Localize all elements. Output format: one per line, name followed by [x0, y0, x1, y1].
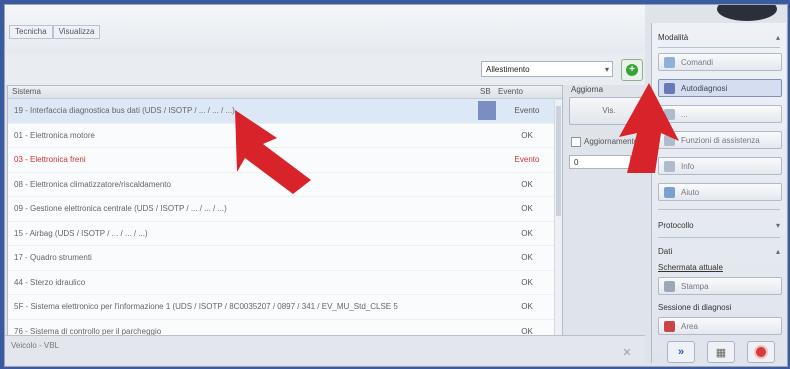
system-name: 17 - Quadro strumenti — [14, 253, 92, 262]
system-status: Evento — [514, 106, 540, 115]
btn-aiuto[interactable]: Aiuto — [658, 183, 782, 201]
header-system: Sistema — [12, 87, 41, 96]
update-title: Aggiorna — [571, 85, 604, 94]
scrollbar-thumb[interactable] — [556, 106, 561, 216]
btn-label: Area — [681, 322, 698, 331]
group-protocollo-title: Protocollo — [658, 221, 694, 230]
system-name: 09 - Gestione elettronica centrale (UDS … — [14, 204, 227, 213]
system-status: Evento — [514, 155, 540, 164]
mode-dropdown[interactable]: Allestimento ▾ — [481, 61, 613, 77]
divider — [658, 209, 780, 210]
dropdown-value: Allestimento — [486, 65, 530, 74]
btn-label: Stampa — [681, 282, 709, 291]
grid-icon: ▦ — [715, 346, 727, 359]
list-item[interactable]: 15 - Airbag (UDS / ISOTP / ... / ... / .… — [8, 222, 562, 246]
chevron-down-icon: ▾ — [604, 65, 609, 74]
system-status: OK — [521, 277, 533, 287]
annotation-arrow-left — [235, 110, 311, 194]
tab-visualizza[interactable]: Visualizza — [52, 25, 101, 39]
checkbox-box[interactable] — [571, 137, 581, 147]
app-window: Tecnicha Visualizza Allestimento ▾ + Sis… — [4, 4, 788, 367]
list-item[interactable]: 44 - Sterzo idraulico OK — [8, 271, 562, 295]
btn-comandi[interactable]: Comandi — [658, 53, 782, 71]
scrollbar[interactable] — [554, 100, 562, 346]
system-status: OK — [521, 179, 533, 189]
printer-icon — [664, 281, 675, 292]
system-name: 08 - Elettronica climatizzatore/riscalda… — [14, 179, 171, 189]
command-icon — [664, 57, 675, 68]
sb-indicator — [478, 101, 496, 120]
plus-icon: + — [626, 64, 638, 76]
menu-tabs: Tecnicha Visualizza — [9, 25, 101, 39]
btn-label: Aiuto — [681, 188, 700, 197]
power-icon — [754, 345, 768, 359]
system-name: 01 - Elettronica motore — [14, 130, 95, 140]
device-knob — [717, 5, 777, 21]
collapse-icon[interactable]: ▴ — [776, 33, 780, 42]
system-name: 19 - Interfaccia diagnostica bus dati (U… — [14, 106, 235, 115]
grid-button[interactable]: ▦ — [707, 341, 735, 363]
group-modalita-title: Modalità — [658, 33, 689, 42]
collapse-icon[interactable]: ▴ — [776, 247, 780, 256]
annotation-arrow-right — [619, 83, 679, 173]
btn-label: Comandi — [681, 58, 714, 67]
forward-button[interactable]: » — [667, 341, 695, 363]
exit-button[interactable] — [747, 341, 775, 363]
header-status: Evento — [498, 87, 523, 96]
tab-tecnicha[interactable]: Tecnicha — [9, 25, 53, 39]
list-item[interactable]: 17 - Quadro strumenti OK — [8, 246, 562, 271]
system-status: OK — [521, 228, 533, 238]
system-status: OK — [521, 130, 533, 140]
system-status: OK — [521, 302, 533, 311]
system-status: OK — [521, 204, 533, 213]
system-name: 5F - Sistema elettronico per l'informazi… — [14, 302, 398, 311]
double-chevron-icon: » — [677, 346, 685, 358]
diagnosis-session-label: Sessione di diagnosi — [658, 303, 732, 312]
list-header: Sistema SB Evento — [8, 86, 562, 99]
cancel-icon[interactable]: ✕ — [613, 341, 641, 363]
add-button[interactable]: + — [621, 59, 643, 81]
current-screen-label: Schermata attuale — [658, 263, 723, 272]
group-dati-title: Dati — [658, 247, 673, 256]
btn-stampa[interactable]: Stampa — [658, 277, 782, 295]
system-status: OK — [521, 253, 533, 262]
help-icon — [664, 187, 675, 198]
divider — [658, 47, 780, 48]
list-item[interactable]: 09 - Gestione elettronica centrale (UDS … — [8, 197, 562, 222]
status-bar: Veicolo - VBL — [5, 335, 645, 364]
divider — [658, 237, 780, 238]
system-name: 15 - Airbag (UDS / ISOTP / ... / ... / .… — [14, 228, 148, 238]
right-sidebar: Modalità ▴ Comandi Autodiagnosi ... Funz… — [651, 23, 786, 363]
document-icon — [664, 321, 675, 332]
list-item[interactable]: 5F - Sistema elettronico per l'informazi… — [8, 295, 562, 320]
status-text: Veicolo - VBL — [11, 341, 60, 350]
top-strip: Tecnicha Visualizza — [5, 5, 645, 53]
btn-area[interactable]: Area — [658, 317, 782, 335]
header-sb: SB — [480, 87, 491, 96]
expand-icon[interactable]: ▾ — [776, 221, 780, 230]
system-name: 03 - Elettronica freni — [14, 155, 86, 164]
system-name: 44 - Sterzo idraulico — [14, 277, 86, 287]
